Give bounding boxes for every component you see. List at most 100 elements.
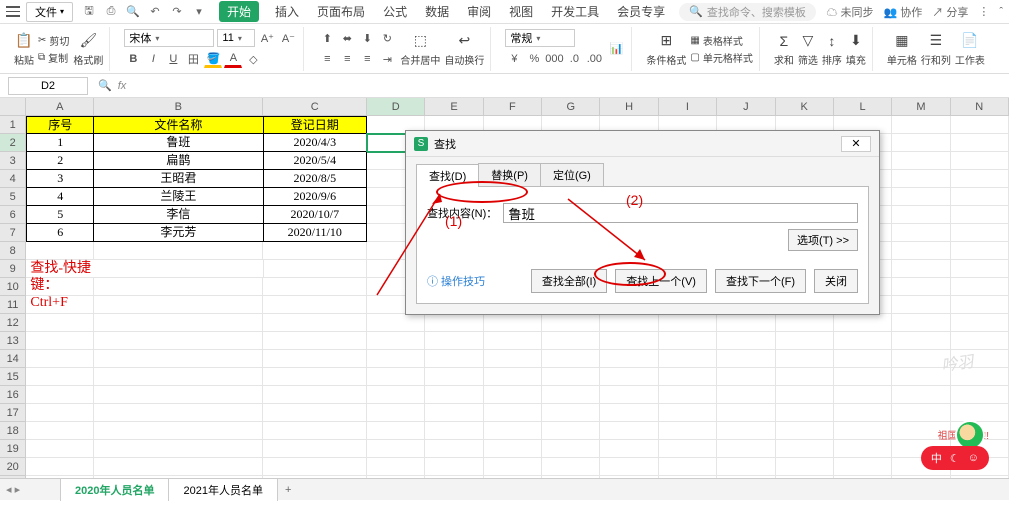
col-L[interactable]: L [834, 98, 892, 115]
find-prev-button[interactable]: 查找上一个(V) [615, 269, 707, 293]
col-F[interactable]: F [484, 98, 542, 115]
row-7[interactable]: 7 [0, 224, 26, 242]
row-9[interactable]: 9 [0, 260, 26, 278]
row-12[interactable]: 12 [0, 314, 26, 332]
options-button[interactable]: 选项(T) >> [788, 229, 858, 251]
tab-devtools[interactable]: 开发工具 [549, 1, 601, 22]
status-pill[interactable]: 中☾☺ [921, 446, 989, 470]
format-type-icon[interactable]: 📊 [607, 40, 625, 58]
row-19[interactable]: 19 [0, 440, 26, 458]
italic-icon[interactable]: I [144, 50, 162, 68]
row-18[interactable]: 18 [0, 422, 26, 440]
cell-C6[interactable]: 2020/10/7 [264, 206, 368, 224]
fill-color-icon[interactable]: 🪣 [204, 50, 222, 68]
row-14[interactable]: 14 [0, 350, 26, 368]
sheet-tab-2[interactable]: 2021年人员名单 [168, 478, 277, 501]
cell-A4[interactable]: 3 [26, 170, 94, 188]
file-menu[interactable]: 文件 [26, 2, 73, 22]
merge-center-button[interactable]: ⬚合并居中 [400, 31, 440, 67]
row-1[interactable]: 1 [0, 116, 26, 134]
table-style-button[interactable]: ▦表格样式 [690, 33, 752, 48]
cell-A7[interactable]: 6 [26, 224, 94, 242]
copy-button[interactable]: ⧉复制 [38, 50, 69, 65]
cell-A6[interactable]: 5 [26, 206, 94, 224]
command-search[interactable]: 🔍 查找命令、搜索模板 [679, 3, 816, 21]
sync-status[interactable]: ☁ 未同步 [826, 4, 873, 20]
menu-icon[interactable] [6, 5, 20, 19]
more-icon[interactable]: ⋮ [978, 5, 989, 18]
tab-data[interactable]: 数据 [423, 1, 451, 22]
comma-icon[interactable]: 000 [545, 50, 563, 68]
fx-icon[interactable]: fx [118, 80, 127, 92]
align-top-icon[interactable]: ⬆ [318, 29, 336, 47]
row-4[interactable]: 4 [0, 170, 26, 188]
cell-A1[interactable]: 序号 [26, 116, 94, 134]
row-6[interactable]: 6 [0, 206, 26, 224]
row-3[interactable]: 3 [0, 152, 26, 170]
cell-C1[interactable]: 登记日期 [264, 116, 368, 134]
align-right-icon[interactable]: ≡ [358, 50, 376, 68]
border-icon[interactable]: 田 [184, 50, 202, 68]
col-N[interactable]: N [951, 98, 1009, 115]
col-E[interactable]: E [425, 98, 483, 115]
tab-review[interactable]: 审阅 [465, 1, 493, 22]
font-size-combo[interactable]: 11 [217, 29, 255, 47]
currency-icon[interactable]: ¥ [505, 50, 523, 68]
sheet-tab-1[interactable]: 2020年人员名单 [60, 478, 169, 501]
dialog-close-button[interactable]: ✕ [841, 136, 871, 152]
qat-save-icon[interactable]: 🖫 [81, 4, 97, 20]
row-15[interactable]: 15 [0, 368, 26, 386]
col-M[interactable]: M [892, 98, 950, 115]
align-bottom-icon[interactable]: ⬇ [358, 29, 376, 47]
row-16[interactable]: 16 [0, 386, 26, 404]
cell-style-button[interactable]: ▢单元格样式 [690, 50, 752, 65]
indent-icon[interactable]: ⇥ [378, 50, 396, 68]
row-2[interactable]: 2 [0, 134, 26, 152]
qat-print-icon[interactable]: ⎙ [103, 4, 119, 20]
cell-B6[interactable]: 李信 [94, 206, 263, 224]
add-sheet-button[interactable]: + [277, 482, 299, 498]
row-col-button[interactable]: ☰行和列 [921, 31, 951, 67]
sheet-nav[interactable]: ◂ ▸ [6, 483, 20, 496]
col-H[interactable]: H [600, 98, 658, 115]
font-name-combo[interactable]: 宋体 [124, 29, 214, 47]
dialog-titlebar[interactable]: S 查找 ✕ [406, 131, 879, 157]
bold-icon[interactable]: B [124, 50, 142, 68]
row-10[interactable]: 10 [0, 278, 26, 296]
conditional-format-button[interactable]: ⊞条件格式 [646, 31, 686, 67]
align-left-icon[interactable]: ≡ [318, 50, 336, 68]
cell-A2[interactable]: 1 [26, 134, 94, 152]
cell-B4[interactable]: 王昭君 [94, 170, 263, 188]
format-painter-button[interactable]: 🖌格式刷 [73, 31, 103, 67]
orientation-icon[interactable]: ↻ [378, 29, 396, 47]
decrease-font-icon[interactable]: A⁻ [279, 29, 297, 47]
col-B[interactable]: B [94, 98, 263, 115]
cell-B1[interactable]: 文件名称 [94, 116, 263, 134]
find-next-button[interactable]: 查找下一个(F) [715, 269, 806, 293]
tab-home[interactable]: 开始 [219, 1, 259, 22]
coop-button[interactable]: 👥 协作 [884, 4, 923, 20]
decrease-decimal-icon[interactable]: .0 [565, 50, 583, 68]
increase-font-icon[interactable]: A⁺ [258, 29, 276, 47]
row-8[interactable]: 8 [0, 242, 26, 260]
dialog-tab-replace[interactable]: 替换(P) [478, 163, 541, 186]
cell-A9-note[interactable]: 查找-快捷键：Ctrl+F [26, 260, 94, 278]
tips-link[interactable]: ⓘ操作技巧 [427, 273, 485, 289]
dialog-tab-find[interactable]: 查找(D) [416, 164, 479, 187]
cell-B3[interactable]: 扁鹊 [94, 152, 263, 170]
row-5[interactable]: 5 [0, 188, 26, 206]
qat-dropdown-icon[interactable]: ▾ [191, 4, 207, 20]
cell-A5[interactable]: 4 [26, 188, 94, 206]
find-input[interactable] [503, 203, 858, 223]
row-11[interactable]: 11 [0, 296, 26, 314]
qat-undo-icon[interactable]: ↶ [147, 4, 163, 20]
row-20[interactable]: 20 [0, 458, 26, 476]
col-G[interactable]: G [542, 98, 600, 115]
col-C[interactable]: C [263, 98, 367, 115]
close-button[interactable]: 关闭 [814, 269, 858, 293]
cell-B2[interactable]: 鲁班 [94, 134, 263, 152]
col-I[interactable]: I [659, 98, 717, 115]
fill-button[interactable]: ⬇填充 [846, 31, 866, 67]
tab-view[interactable]: 视图 [507, 1, 535, 22]
row-13[interactable]: 13 [0, 332, 26, 350]
